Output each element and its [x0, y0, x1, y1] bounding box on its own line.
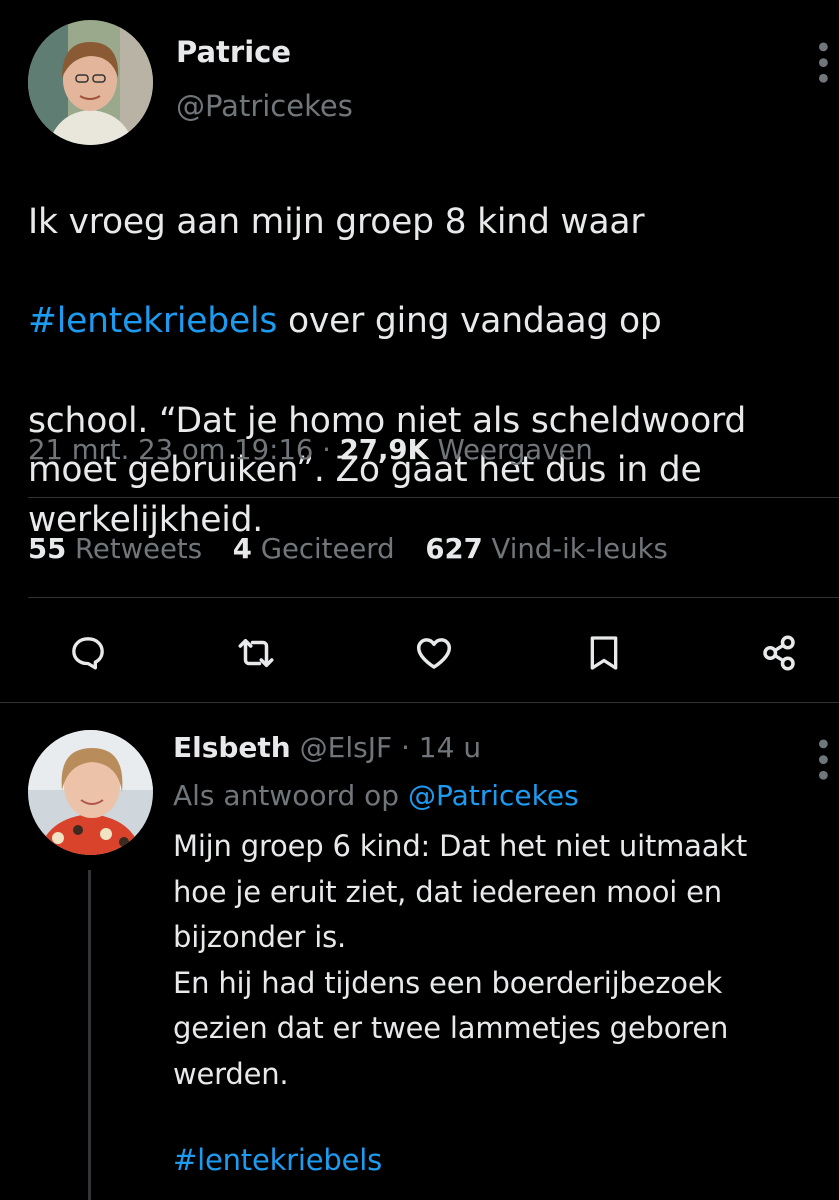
reply-author-avatar[interactable] — [28, 730, 153, 855]
likes-label: Vind-ik-leuks — [491, 533, 668, 565]
avatar-photo-icon — [28, 20, 153, 145]
thread-line — [88, 870, 91, 1200]
share-icon — [763, 635, 795, 671]
hashtag-link[interactable]: #lentekriebels — [28, 301, 277, 341]
likes-count: 627 — [425, 533, 483, 565]
retweets-label: Retweets — [75, 533, 203, 565]
retweets-stat[interactable]: 55 Retweets — [28, 533, 202, 565]
author-handle[interactable]: @Patricekes — [176, 88, 353, 124]
views-label: Weergaven — [428, 434, 593, 466]
share-button[interactable] — [755, 629, 803, 677]
tweet-timestamp[interactable]: 21 mrt. 23 om 19:16 — [28, 434, 313, 466]
divider-top — [28, 497, 839, 498]
author-name[interactable]: Patrice — [176, 34, 291, 70]
reply-time[interactable]: · 14 u — [401, 731, 481, 764]
retweet-icon — [238, 639, 274, 667]
meta-separator: · — [313, 434, 340, 466]
tweet-text: Ik vroeg aan mijn groep 8 kind waar #len… — [28, 148, 828, 595]
views-count: 27,9K — [339, 434, 429, 466]
bookmark-icon — [590, 636, 618, 670]
quotes-label: Geciteerd — [260, 533, 395, 565]
reply-author-handle[interactable]: @ElsJF — [300, 731, 392, 764]
reply-header: Elsbeth @ElsJF · 14 u — [173, 730, 481, 766]
likes-stat[interactable]: 627 Vind-ik-leuks — [425, 533, 668, 565]
divider-bottom — [0, 702, 839, 703]
replying-to-prefix: Als antwoord op — [173, 779, 408, 812]
tweet-text-rest: school. “Dat je homo niet als scheldwoor… — [28, 400, 747, 540]
tweet-text-after-hashtag: over ging vandaag op — [277, 301, 662, 342]
reply-icon — [72, 637, 104, 670]
more-options-icon[interactable]: ••• — [804, 38, 839, 85]
bookmark-button[interactable] — [580, 629, 628, 677]
author-avatar[interactable] — [28, 20, 153, 145]
replying-to: Als antwoord op @Patricekes — [173, 778, 579, 814]
stats-row: 55 Retweets 4 Geciteerd 627 Vind-ik-leuk… — [28, 530, 668, 568]
reply-avatar-photo-icon — [28, 730, 153, 855]
replying-to-handle[interactable]: @Patricekes — [408, 779, 579, 812]
tweet-text-line1: Ik vroeg aan mijn groep 8 kind waar — [28, 201, 645, 242]
tweet-meta: 21 mrt. 23 om 19:16 · 27,9K Weergaven — [28, 432, 593, 468]
reply-author-name[interactable]: Elsbeth — [173, 731, 291, 764]
reply-hashtag-link[interactable]: #lentekriebels — [173, 1138, 382, 1184]
quotes-count: 4 — [232, 533, 252, 565]
like-icon — [416, 638, 452, 669]
reply-more-options-icon[interactable]: ••• — [804, 735, 839, 782]
retweets-count: 55 — [28, 533, 67, 565]
reply-button[interactable] — [64, 629, 112, 677]
quotes-stat[interactable]: 4 Geciteerd — [233, 533, 395, 565]
like-button[interactable] — [410, 629, 458, 677]
reply-text: Mijn groep 6 kind: Dat het niet uitmaakt… — [173, 829, 748, 1091]
divider-middle — [28, 597, 839, 598]
retweet-button[interactable] — [232, 629, 280, 677]
